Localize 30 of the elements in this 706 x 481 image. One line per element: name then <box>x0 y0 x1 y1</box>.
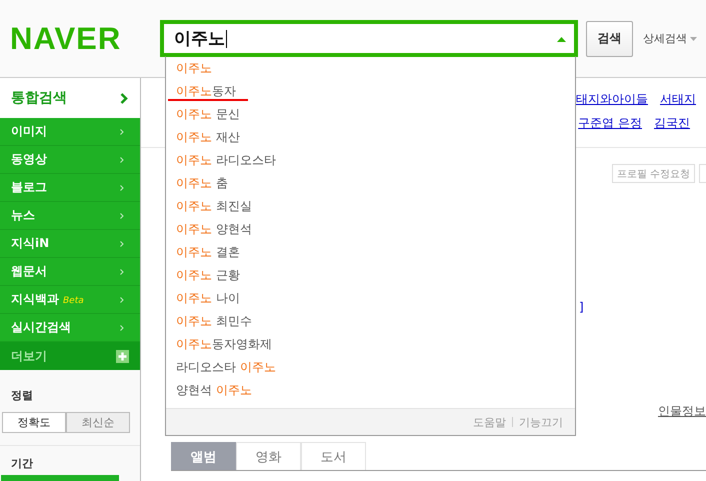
suggestion-item[interactable]: 라디오스타 이주노 <box>166 356 575 379</box>
suggestion-item[interactable]: 이주노동자영화제 <box>166 333 575 356</box>
suggestion-item[interactable]: 이주노 라디오스타 <box>166 149 575 172</box>
related-link[interactable]: 서태지 <box>660 91 696 115</box>
suggestion-item[interactable]: 이주노 근황 <box>166 264 575 287</box>
suggestion-item[interactable]: 이주노 재산 <box>166 126 575 149</box>
sort-option[interactable]: 정확도 <box>2 412 66 433</box>
related-link[interactable]: 김국진 <box>654 115 690 139</box>
related-link[interactable]: 태지와아이들 <box>576 91 648 115</box>
sidebar-title[interactable]: 통합검색 <box>0 78 140 118</box>
link-bracket: ] <box>579 300 584 314</box>
suggestion-item[interactable]: 이주노 문신 <box>166 103 575 126</box>
suggestion-item[interactable]: 이주노 춤 <box>166 172 575 195</box>
suggestion-item[interactable]: 양현석 이주노 <box>166 379 575 402</box>
sort-option[interactable]: 최신순 <box>66 412 130 433</box>
related-link[interactable]: 구준엽 은정 <box>578 115 642 139</box>
tab[interactable]: 영화 <box>236 442 301 470</box>
advanced-search-link[interactable]: 상세검색 <box>643 31 687 46</box>
suggestion-item[interactable]: 이주노 최진실 <box>166 195 575 218</box>
person-info-link[interactable]: 인물정보 <box>658 403 706 420</box>
suggestion-item[interactable]: 이주노 나이 <box>166 287 575 310</box>
suggestion-item[interactable]: 이주노 결혼 <box>166 241 575 264</box>
search-field[interactable]: 이주노 <box>160 20 578 57</box>
search-button[interactable]: 검색 <box>586 20 633 56</box>
sort-label: 정렬 <box>11 388 34 403</box>
suggestion-item[interactable]: 이주노동자 <box>166 80 575 103</box>
period-label: 기간 <box>11 456 34 471</box>
tab[interactable]: 도서 <box>301 442 366 470</box>
suggestion-item[interactable]: 이주노 최민수 <box>166 310 575 333</box>
suggestion-item[interactable]: 이주노 양현석 <box>166 218 575 241</box>
